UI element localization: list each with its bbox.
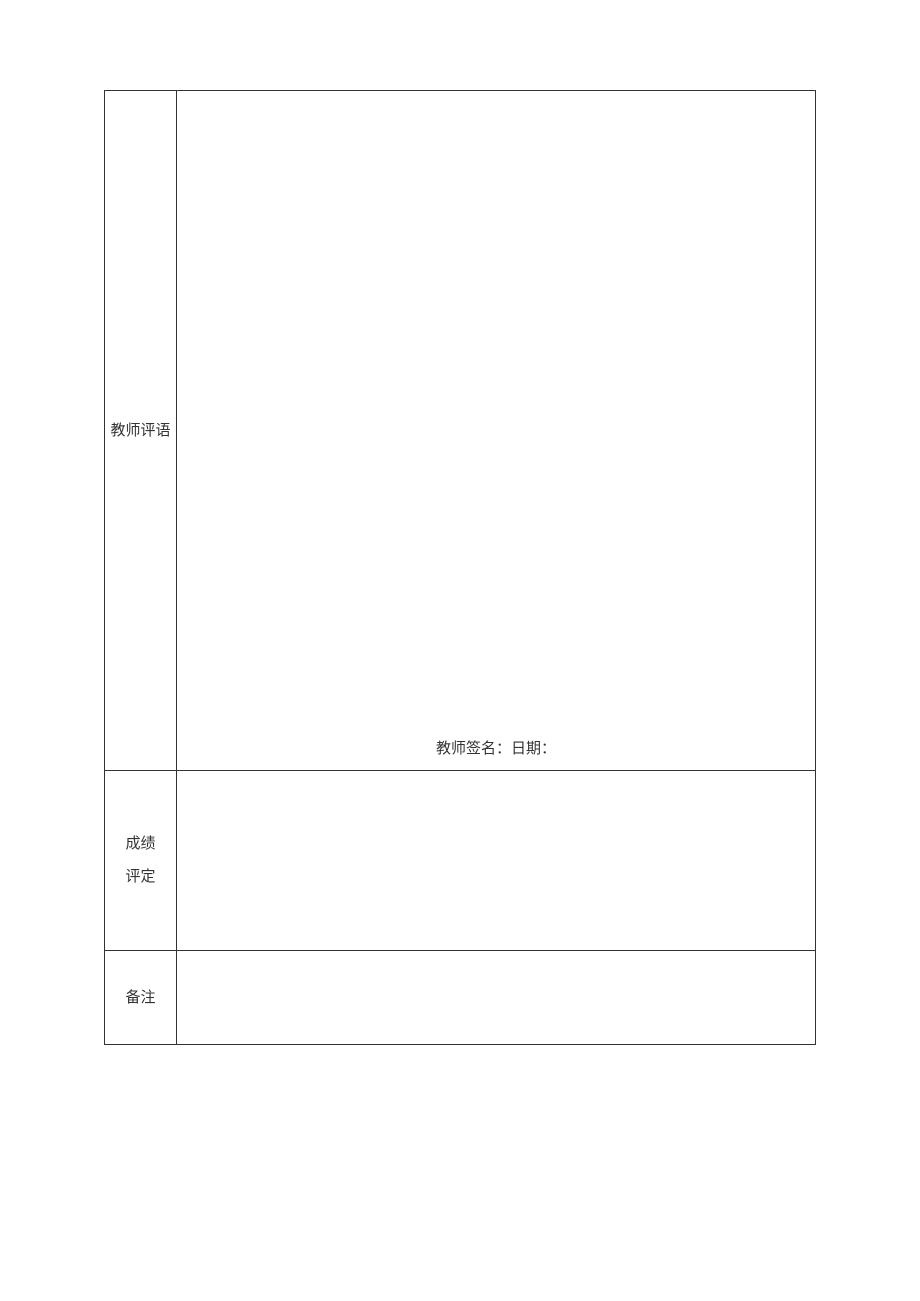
remarks-row: 备注 (105, 951, 815, 1044)
grade-label-line2: 评定 (125, 861, 155, 894)
teacher-comment-content: 教师签名：日期： (177, 91, 815, 770)
grade-assessment-content (177, 771, 815, 950)
remarks-label-text: 备注 (125, 986, 155, 1010)
teacher-comment-label-text: 教师评语 (110, 419, 170, 443)
teacher-comment-row: 教师评语 教师签名：日期： (105, 91, 815, 771)
teacher-comment-label: 教师评语 (105, 91, 177, 770)
grade-assessment-label: 成绩 评定 (105, 771, 177, 950)
remarks-content (177, 951, 815, 1044)
signature-date-line: 教师签名：日期： (177, 737, 815, 758)
grade-assessment-row: 成绩 评定 (105, 771, 815, 951)
remarks-label: 备注 (105, 951, 177, 1044)
grade-label-line1: 成绩 (125, 828, 155, 861)
evaluation-table: 教师评语 教师签名：日期： 成绩 评定 备注 (104, 90, 816, 1045)
